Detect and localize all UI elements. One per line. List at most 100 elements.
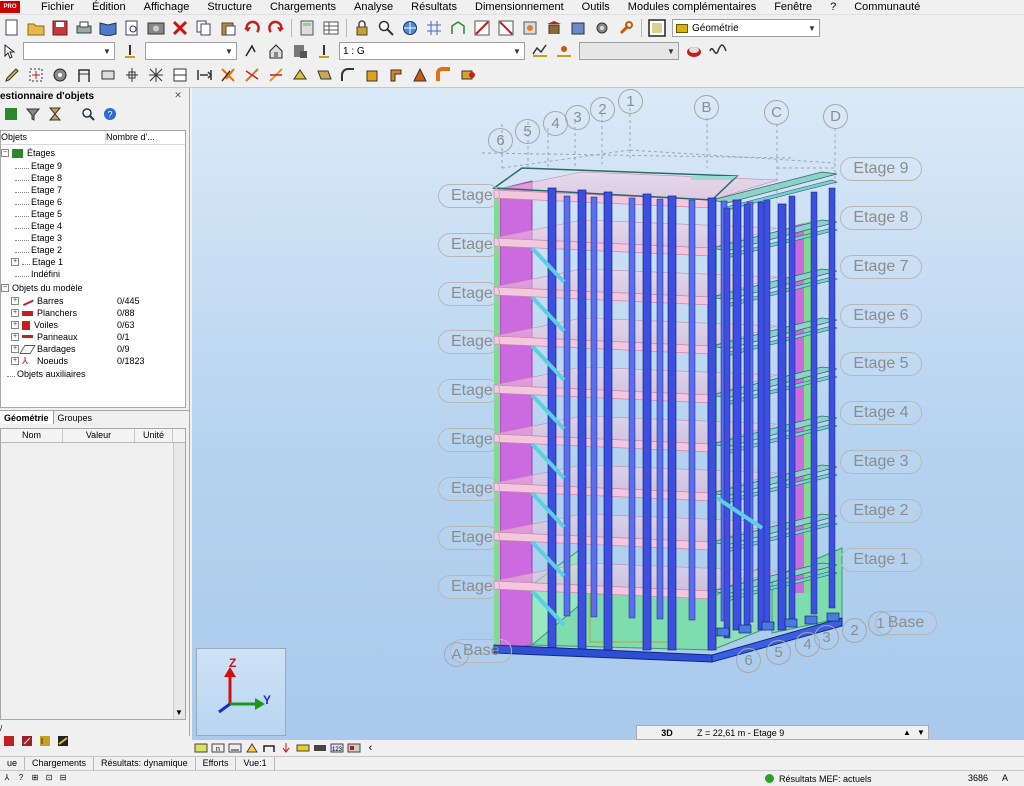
arc-icon[interactable] bbox=[338, 65, 358, 85]
print-preview-icon[interactable] bbox=[122, 18, 142, 38]
tree-node-indefini[interactable]: Indéfini bbox=[15, 268, 60, 280]
view-3d-icon[interactable] bbox=[193, 742, 208, 755]
node-numbers-icon[interactable]: n bbox=[210, 742, 225, 755]
tree-node-etage-8[interactable]: Etage 8 bbox=[15, 172, 62, 184]
sections-view-icon[interactable] bbox=[261, 742, 276, 755]
scroll-left-icon[interactable]: ‹ bbox=[363, 742, 378, 755]
status-grid-icon[interactable]: ⊞ bbox=[29, 772, 41, 784]
params-tool-icon[interactable] bbox=[56, 734, 70, 748]
load-definition-icon[interactable] bbox=[554, 41, 574, 61]
chevron-down-icon[interactable]: ▼ bbox=[100, 43, 114, 59]
tree-node-etage-3[interactable]: Etage 3 bbox=[15, 232, 62, 244]
expand-icon[interactable]: + bbox=[11, 309, 19, 317]
new-file-icon[interactable] bbox=[2, 18, 22, 38]
tree-node-etage-4[interactable]: Etage 4 bbox=[15, 220, 62, 232]
delete-icon[interactable] bbox=[170, 18, 190, 38]
section-icon[interactable] bbox=[472, 18, 492, 38]
shape-icon[interactable] bbox=[410, 65, 430, 85]
tree-node-model-objects[interactable]: − Objets du modèle bbox=[1, 282, 83, 294]
house-icon[interactable] bbox=[266, 41, 286, 61]
expand-icon[interactable]: + bbox=[11, 297, 19, 305]
menu-communaute[interactable]: Communauté bbox=[845, 0, 929, 15]
load-icon[interactable] bbox=[568, 18, 588, 38]
settings-icon[interactable] bbox=[592, 18, 612, 38]
3d-viewport[interactable]: Etage 9 Etage 8 Etage 7 Etage 6 Etage 5 … bbox=[192, 88, 1024, 740]
menu-chargements[interactable]: Chargements bbox=[261, 0, 345, 15]
supports-view-icon[interactable] bbox=[244, 742, 259, 755]
wave-icon[interactable] bbox=[708, 41, 728, 61]
node-icon[interactable] bbox=[146, 65, 166, 85]
sections-tool-icon[interactable] bbox=[20, 734, 34, 748]
box-icon[interactable] bbox=[362, 65, 382, 85]
expand-icon[interactable]: + bbox=[11, 258, 19, 266]
tab-geometrie[interactable]: Géométrie bbox=[0, 411, 54, 424]
menu-dimensionnement[interactable]: Dimensionnement bbox=[466, 0, 573, 15]
expand-icon[interactable]: + bbox=[11, 345, 19, 353]
view-mode[interactable]: 3D bbox=[637, 728, 697, 738]
wall-icon[interactable] bbox=[122, 65, 142, 85]
pencil-icon[interactable] bbox=[2, 65, 22, 85]
tree-node-aux-objects[interactable]: Objets auxiliaires bbox=[7, 368, 86, 380]
wrench-icon[interactable] bbox=[616, 18, 636, 38]
status-help-icon[interactable]: ? bbox=[15, 772, 27, 784]
load-case-combo[interactable]: 1 : G ▼ bbox=[339, 42, 525, 60]
panel-icon[interactable] bbox=[170, 65, 190, 85]
paste-icon[interactable] bbox=[218, 18, 238, 38]
cladding-view-icon[interactable] bbox=[312, 742, 327, 755]
status-view-icon[interactable]: ⊡ bbox=[43, 772, 55, 784]
numbering-icon[interactable]: 123 bbox=[329, 742, 344, 755]
mode-combo[interactable]: ▼ bbox=[579, 42, 679, 60]
tab-resultats-dynamique[interactable]: Résultats: dynamique bbox=[94, 757, 196, 770]
pipe-icon[interactable] bbox=[434, 65, 454, 85]
tree-node-panneaux[interactable]: + Panneaux 0/1 bbox=[11, 331, 181, 343]
selection-icon[interactable] bbox=[2, 41, 18, 61]
expand-icon[interactable]: + bbox=[11, 357, 19, 365]
print-icon[interactable] bbox=[74, 18, 94, 38]
properties-scrollbar[interactable]: ▼ bbox=[173, 443, 185, 719]
tree-node-etage-5[interactable]: Etage 5 bbox=[15, 208, 62, 220]
scroll-down-icon[interactable]: ▼ bbox=[175, 708, 183, 717]
layers-icon[interactable] bbox=[3, 106, 19, 122]
structure-type-icon[interactable] bbox=[448, 18, 468, 38]
chevron-down-icon[interactable]: ▼ bbox=[222, 43, 236, 59]
status-render-icon[interactable]: ⊟ bbox=[57, 772, 69, 784]
menu-modules[interactable]: Modules complémentaires bbox=[619, 0, 765, 15]
tree-node-barres[interactable]: + Barres 0/445 bbox=[11, 295, 181, 307]
loads-view-icon[interactable] bbox=[278, 742, 293, 755]
nodes-icon[interactable] bbox=[26, 65, 46, 85]
support-icon[interactable] bbox=[544, 18, 564, 38]
menu-analyse[interactable]: Analyse bbox=[345, 0, 402, 15]
menu-outils[interactable]: Outils bbox=[573, 0, 619, 15]
connector-icon[interactable] bbox=[458, 65, 478, 85]
slab-icon[interactable] bbox=[98, 65, 118, 85]
chevron-down-icon[interactable]: ▼ bbox=[664, 43, 678, 59]
table-tool-icon[interactable] bbox=[2, 734, 16, 748]
frame-icon[interactable] bbox=[74, 65, 94, 85]
screen-capture-icon[interactable] bbox=[146, 18, 166, 38]
tree-node-etage-6[interactable]: Etage 6 bbox=[15, 196, 62, 208]
dynamic-icon[interactable] bbox=[684, 41, 704, 61]
edit-object-icon[interactable] bbox=[290, 41, 310, 61]
collapse-icon[interactable]: − bbox=[1, 284, 9, 292]
bar-selection-icon[interactable] bbox=[120, 41, 140, 61]
bar-numbers-icon[interactable] bbox=[227, 742, 242, 755]
selection-help-icon[interactable] bbox=[242, 41, 262, 61]
extrude-icon[interactable] bbox=[290, 65, 310, 85]
materials-tool-icon[interactable] bbox=[38, 734, 52, 748]
bar-selection-combo[interactable]: ▼ bbox=[145, 42, 237, 60]
panels-view-icon[interactable] bbox=[295, 742, 310, 755]
tree-node-etage-7[interactable]: Etage 7 bbox=[15, 184, 62, 196]
case-icon[interactable] bbox=[314, 41, 334, 61]
calculator-icon[interactable] bbox=[297, 18, 317, 38]
chevron-down-icon[interactable]: ▼ bbox=[805, 20, 819, 36]
hourglass-icon[interactable] bbox=[47, 106, 63, 122]
tab-chargements[interactable]: Chargements bbox=[25, 757, 95, 770]
node-selection-combo[interactable]: ▼ bbox=[23, 42, 115, 60]
menu-affichage[interactable]: Affichage bbox=[135, 0, 199, 15]
extend-icon[interactable] bbox=[266, 65, 286, 85]
revolve-icon[interactable] bbox=[314, 65, 334, 85]
layout-select[interactable]: Géométrie ▼ bbox=[672, 19, 820, 37]
tree-node-etage-9[interactable]: Etage 9 bbox=[15, 160, 62, 172]
tab-groupes[interactable]: Groupes bbox=[54, 411, 97, 424]
bars-icon[interactable] bbox=[50, 65, 70, 85]
